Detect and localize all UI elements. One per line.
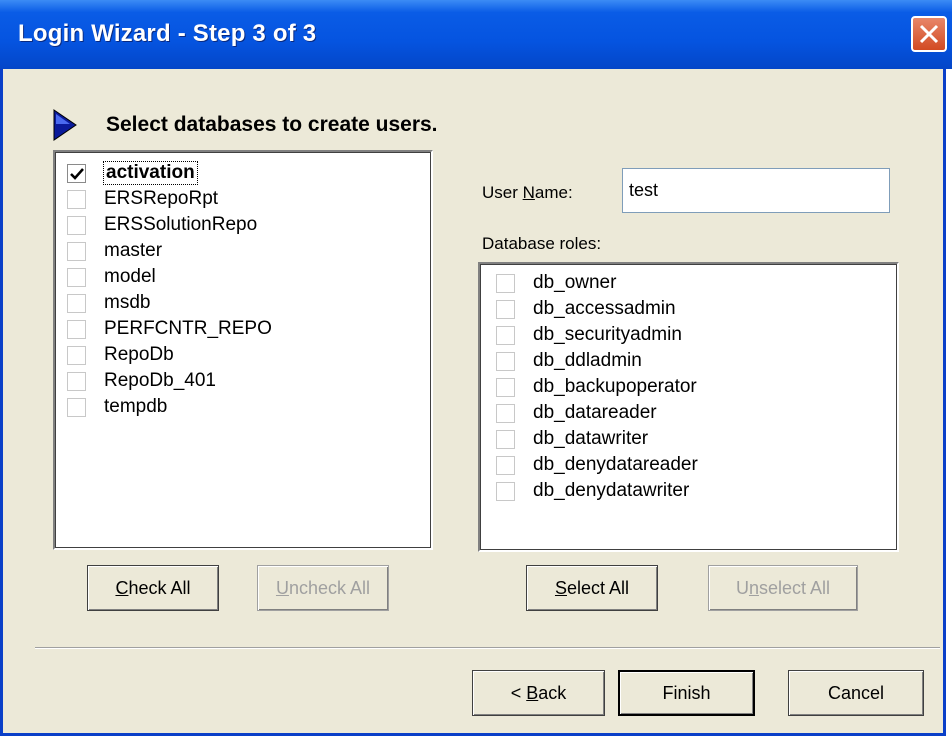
role-label: db_denydatawriter (533, 480, 690, 501)
role-label: db_datareader (533, 402, 657, 423)
database-label: PERFCNTR_REPO (104, 318, 272, 339)
database-checkbox[interactable] (67, 397, 86, 417)
database-item[interactable]: master (67, 238, 162, 264)
arrow-right-icon (53, 109, 77, 141)
user-name-label: User Name: (482, 183, 573, 202)
close-button[interactable] (911, 16, 947, 52)
database-item[interactable]: ERSSolutionRepo (67, 212, 257, 238)
database-item[interactable]: tempdb (67, 394, 167, 420)
finish-button[interactable]: Finish (618, 670, 755, 716)
role-label: db_backupoperator (533, 376, 697, 397)
database-label: RepoDb (104, 344, 174, 365)
database-checkbox[interactable] (67, 319, 86, 339)
database-item[interactable]: RepoDb (67, 342, 174, 368)
database-label: msdb (104, 292, 151, 313)
database-checkbox[interactable] (67, 267, 86, 287)
role-item[interactable]: db_backupoperator (496, 374, 697, 400)
database-item[interactable]: model (67, 264, 156, 290)
window-title: Login Wizard - Step 3 of 3 (18, 20, 317, 47)
role-item[interactable]: db_ddladmin (496, 348, 642, 374)
database-item[interactable]: ERSRepoRpt (67, 186, 218, 212)
role-item[interactable]: db_accessadmin (496, 296, 676, 322)
finish-label: Finish (662, 682, 711, 703)
database-checkbox[interactable] (67, 293, 86, 313)
checkmark-icon (70, 167, 84, 180)
user-name-input[interactable] (622, 168, 890, 213)
database-label: ERSSolutionRepo (104, 214, 258, 235)
database-checkbox[interactable] (67, 371, 86, 391)
database-checkbox[interactable] (67, 189, 86, 209)
database-label: ERSRepoRpt (104, 188, 219, 209)
uncheck-all-button[interactable]: Uncheck All (257, 565, 389, 611)
close-icon (919, 24, 939, 44)
cancel-label: Cancel (827, 682, 885, 703)
database-roles-list[interactable]: db_owner db_accessadmin db_securityadmindb… (478, 262, 899, 552)
database-label: model (104, 266, 156, 287)
database-checkbox[interactable] (67, 345, 86, 365)
instruction-text: Select databases to create users. (106, 113, 438, 136)
database-label: master (104, 240, 163, 261)
unselect-all-label: Unselect All (735, 577, 831, 598)
check-all-label: Check All (115, 577, 191, 598)
database-roles-label: Database roles: (482, 234, 602, 253)
role-checkbox[interactable] (496, 455, 515, 475)
database-label: RepoDb_401 (104, 370, 216, 391)
role-label: db_accessadmin (533, 298, 676, 319)
database-item[interactable]: PERFCNTR_REPO (67, 316, 272, 342)
unselect-all-button[interactable]: Unselect All (708, 565, 858, 611)
database-label: tempdb (104, 396, 168, 417)
role-label: db_denydatareader (533, 454, 698, 475)
role-item[interactable]: db_datareader (496, 400, 657, 426)
role-checkbox[interactable] (496, 299, 515, 319)
role-label: db_securityadmin (533, 324, 682, 345)
select-all-button[interactable]: Select All (526, 565, 658, 611)
role-checkbox[interactable] (496, 481, 515, 501)
role-item[interactable]: db_datawriter (496, 426, 648, 452)
uncheck-all-label: Uncheck All (275, 577, 371, 598)
role-checkbox[interactable] (496, 325, 515, 345)
role-label: db_ddladmin (533, 350, 642, 371)
back-label: < Back (510, 682, 567, 703)
role-item[interactable]: db_owner (496, 270, 616, 296)
database-checkbox[interactable] (67, 163, 86, 183)
database-item[interactable]: RepoDb_401 (67, 368, 216, 394)
database-item[interactable]: msdb (67, 290, 150, 316)
database-checkbox[interactable] (67, 215, 86, 235)
database-checkbox[interactable] (67, 241, 86, 261)
separator (35, 647, 940, 649)
role-item[interactable]: db_securityadmin (496, 322, 682, 348)
back-button[interactable]: < Back (472, 670, 605, 716)
role-checkbox[interactable] (496, 273, 515, 293)
check-all-button[interactable]: Check All (87, 565, 219, 611)
role-checkbox[interactable] (496, 351, 515, 371)
role-checkbox[interactable] (496, 403, 515, 423)
database-item[interactable]: activation (67, 160, 198, 186)
role-item[interactable]: db_denydatawriter (496, 478, 689, 504)
database-label: activation (103, 161, 198, 185)
cancel-button[interactable]: Cancel (788, 670, 924, 716)
title-bar[interactable]: Login Wizard - Step 3 of 3 (0, 0, 952, 69)
role-label: db_owner (533, 272, 617, 293)
database-list[interactable]: activation ERSRepoRpt ERSSolutionRepo maste… (53, 150, 433, 550)
role-checkbox[interactable] (496, 429, 515, 449)
role-label: db_datawriter (533, 428, 649, 449)
select-all-label: Select All (554, 577, 630, 598)
role-checkbox[interactable] (496, 377, 515, 397)
role-item[interactable]: db_denydatareader (496, 452, 698, 478)
